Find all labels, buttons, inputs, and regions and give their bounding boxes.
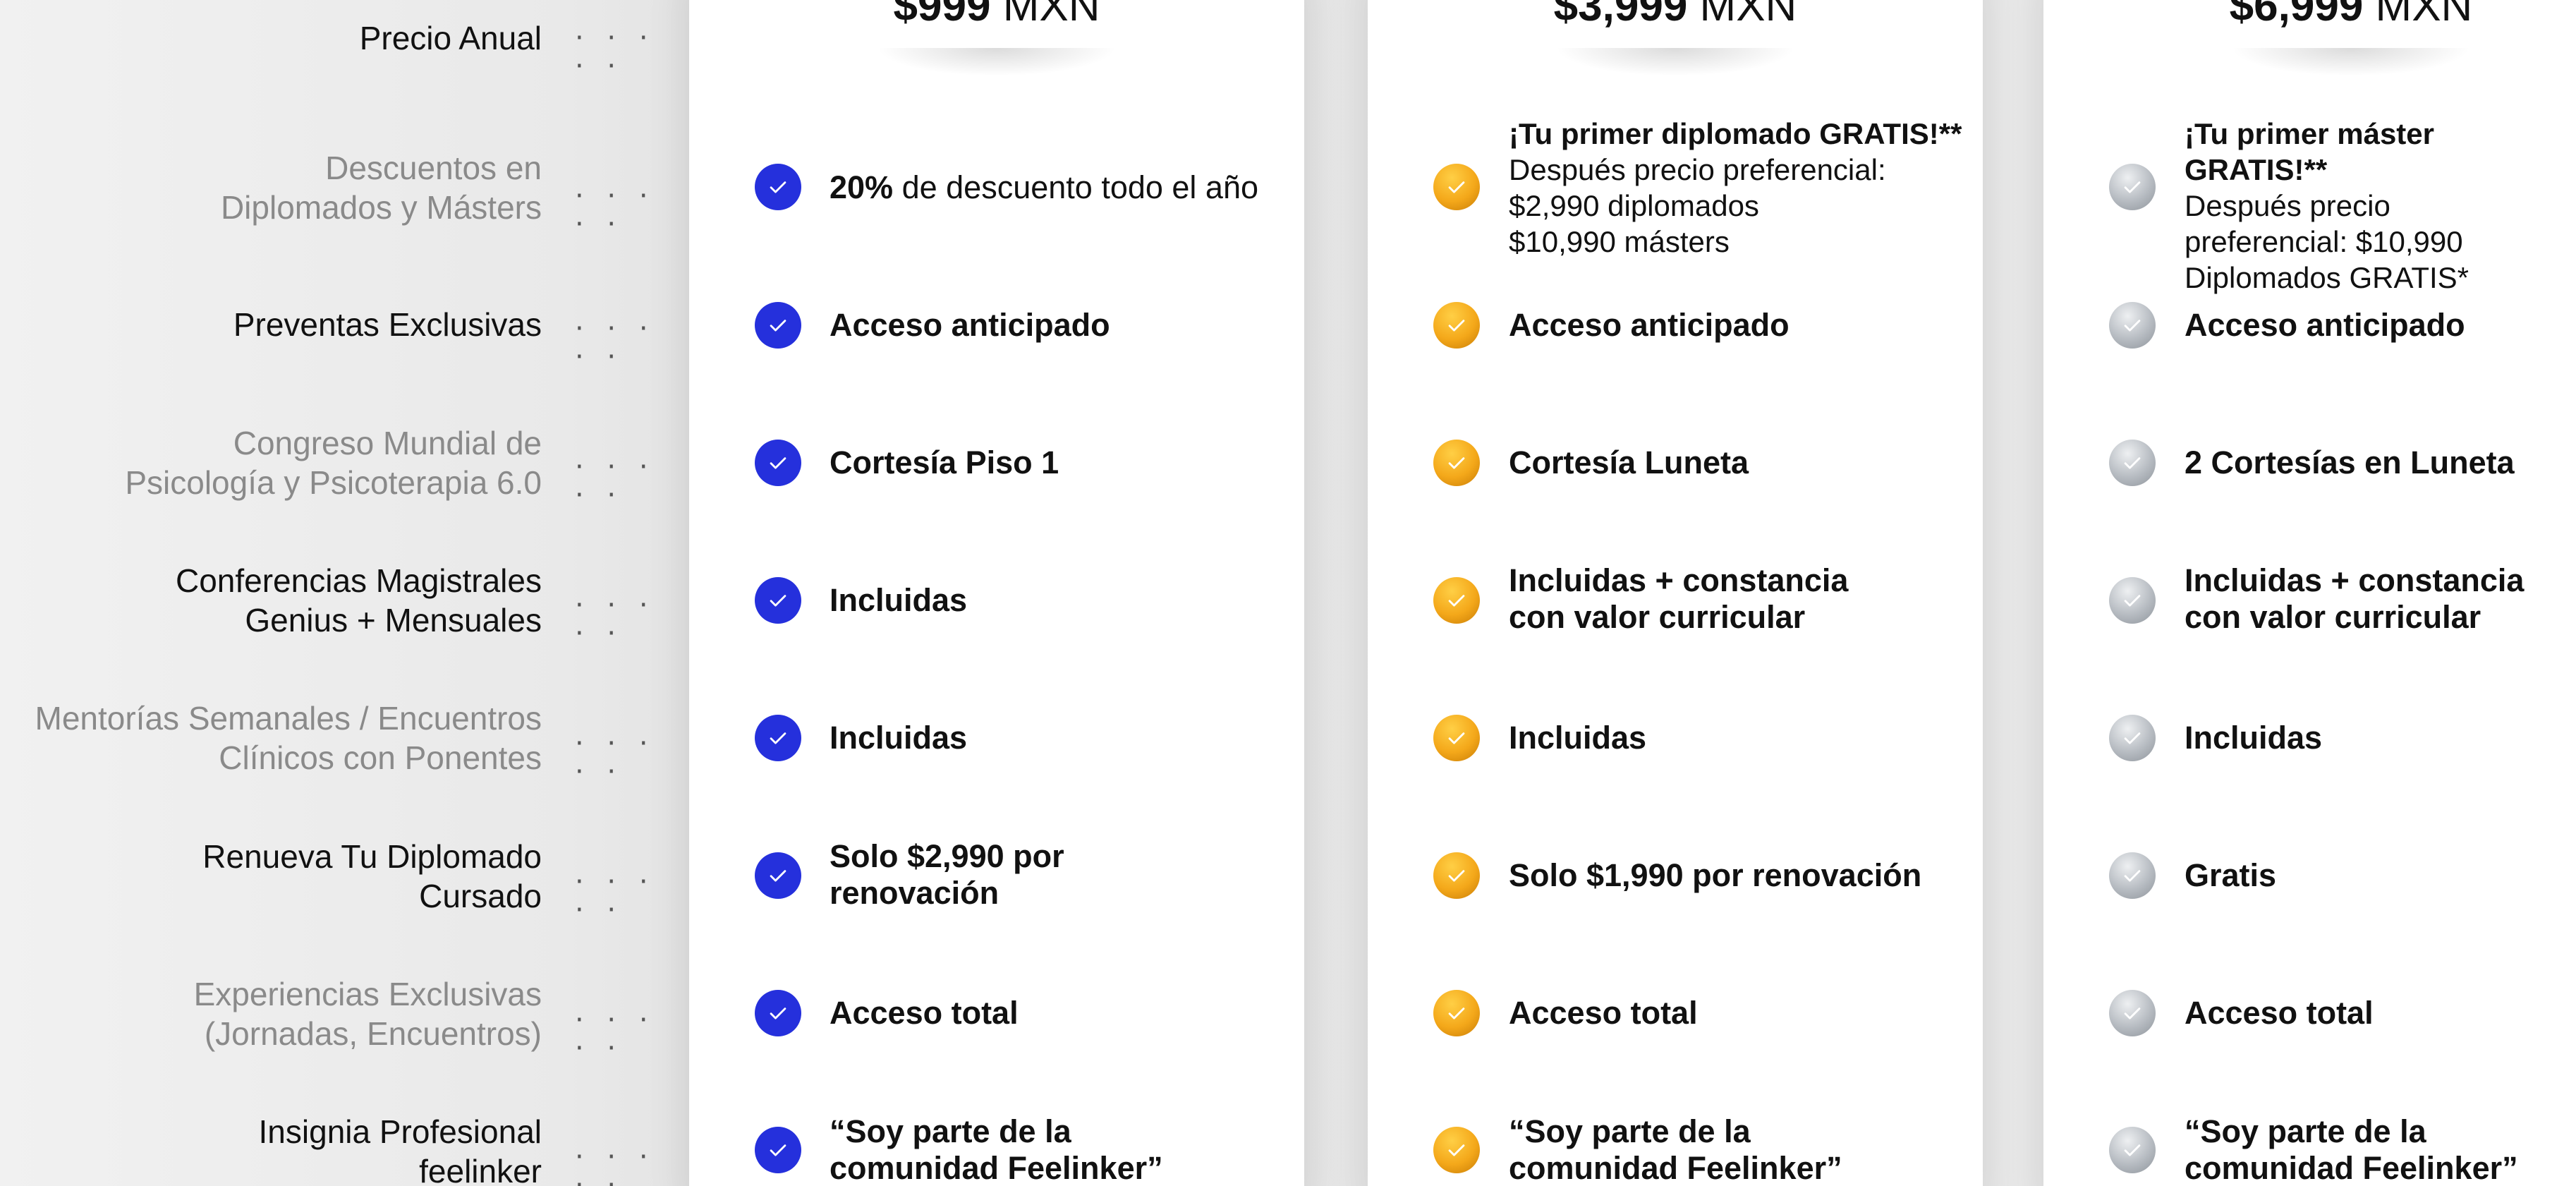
presale-value: Acceso anticipado: [830, 307, 1110, 343]
renew-value: Solo $1,990 por renovación: [1509, 857, 1922, 893]
check-icon: [2109, 1127, 2156, 1173]
badge-value: “Soy parte de la comunidad Feelinker”: [1509, 1113, 1842, 1186]
badge-value: “Soy parte de la comunidad Feelinker”: [830, 1113, 1163, 1186]
discount-value: 20% de descuento todo el año: [830, 169, 1259, 205]
congress-value: Cortesía Luneta: [1509, 444, 1749, 480]
check-icon: [1433, 577, 1480, 624]
row-leader: · · · · ·: [575, 1141, 655, 1186]
check-icon: [2109, 990, 2156, 1036]
row-label-mentoring: Mentorías Semanales / Encuentros Clínicos…: [35, 700, 542, 776]
mentoring-value: Incluidas: [1509, 720, 1647, 756]
check-icon: [1433, 715, 1480, 761]
check-icon: [755, 440, 801, 486]
experiences-value: Acceso total: [830, 995, 1019, 1031]
congress-value: 2 Cortesías en Luneta: [2185, 444, 2515, 480]
mentoring-value: Incluidas: [2185, 720, 2323, 756]
experiences-value: Acceso total: [1509, 995, 1698, 1031]
conferences-value: Incluidas + constancia con valor curricul…: [2185, 562, 2525, 635]
check-icon: [755, 852, 801, 899]
row-label-experiences: Experiencias Exclusivas (Jornadas, Encuen…: [193, 976, 542, 1052]
check-icon: [2109, 302, 2156, 349]
row-label-badge: Insignia Profesional feelinker: [258, 1113, 542, 1186]
presale-value: Acceso anticipado: [1509, 307, 1790, 343]
plan-price: $6,999 MXN: [2229, 0, 2473, 30]
discount-value: ¡Tu primer diplomado GRATIS!** Después pr…: [1509, 117, 1962, 258]
plan-price: $3,999 MXN: [1553, 0, 1797, 30]
row-leader: · · · · ·: [575, 727, 655, 788]
row-leader: · · · · ·: [575, 866, 655, 926]
check-icon: [2109, 164, 2156, 210]
row-label-renew: Renueva Tu Diplomado Cursado: [202, 838, 542, 914]
price-shadow: [1555, 48, 1795, 76]
row-leader: · · · · ·: [575, 22, 655, 83]
conferences-value: Incluidas: [830, 582, 968, 618]
check-icon: [755, 1127, 801, 1173]
congress-value: Cortesía Piso 1: [830, 444, 1059, 480]
row-label-discounts: Descuentos en Diplomados y Másters: [220, 150, 542, 226]
discount-value: ¡Tu primer máster GRATIS!** Después preci…: [2185, 117, 2469, 294]
experiences-value: Acceso total: [2185, 995, 2374, 1031]
check-icon: [755, 990, 801, 1036]
check-icon: [1433, 302, 1480, 349]
conferences-value: Incluidas + constancia con valor curricul…: [1509, 562, 1849, 635]
check-icon: [1433, 990, 1480, 1036]
plan-price: $999 MXN: [893, 0, 1100, 30]
check-icon: [2109, 715, 2156, 761]
check-icon: [1433, 440, 1480, 486]
check-icon: [1433, 164, 1480, 210]
row-leader: · · · · ·: [575, 1004, 655, 1065]
row-label-conferences: Conferencias Magistrales Genius + Mensual…: [175, 562, 542, 639]
row-leader: · · · · ·: [575, 313, 655, 373]
check-icon: [2109, 440, 2156, 486]
row-label-annual-price: Precio Anual: [359, 20, 542, 56]
badge-value: “Soy parte de la comunidad Feelinker”: [2185, 1113, 2518, 1186]
check-icon: [2109, 852, 2156, 899]
row-leader: · · · · ·: [575, 451, 655, 512]
row-label-presales: Preventas Exclusivas: [233, 306, 542, 343]
price-shadow: [2231, 48, 2471, 76]
price-shadow: [877, 48, 1117, 76]
row-leader: · · · · ·: [575, 589, 655, 650]
renew-value: Gratis: [2185, 857, 2277, 893]
check-icon: [2109, 577, 2156, 624]
renew-value: Solo $2,990 por renovación: [830, 838, 1064, 911]
mentoring-value: Incluidas: [830, 720, 968, 756]
check-icon: [1433, 852, 1480, 899]
comparison-table: $999 MXN $3,999 MXN $6,999 MXN Precio An…: [0, 0, 2576, 1186]
check-icon: [755, 164, 801, 210]
row-leader: · · · · ·: [575, 180, 655, 241]
check-icon: [755, 715, 801, 761]
check-icon: [755, 577, 801, 624]
presale-value: Acceso anticipado: [2185, 307, 2465, 343]
check-icon: [1433, 1127, 1480, 1173]
check-icon: [755, 302, 801, 349]
row-label-congress: Congreso Mundial de Psicología y Psicoter…: [125, 425, 542, 501]
